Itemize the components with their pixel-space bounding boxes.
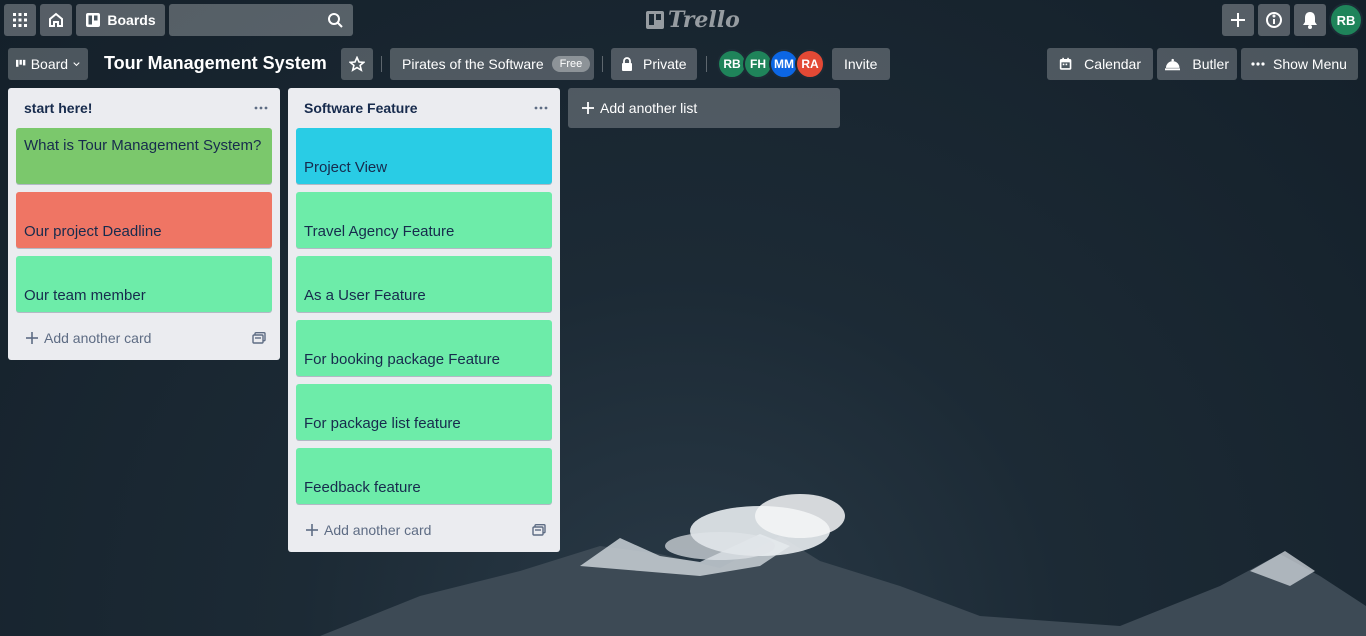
invite-label: Invite — [844, 56, 878, 72]
template-icon — [252, 332, 266, 344]
add-list-label: Add another list — [600, 100, 698, 116]
card-title: Our team member — [24, 287, 146, 304]
card-title: For booking package Feature — [304, 351, 500, 368]
butler-icon — [1165, 58, 1181, 71]
add-card-button[interactable]: Add another card — [26, 330, 151, 346]
boards-label: Boards — [107, 12, 156, 28]
visibility-label: Private — [643, 56, 687, 72]
more-icon — [534, 106, 548, 110]
list-software-feature: Software Feature Project View Travel Age… — [288, 88, 560, 552]
add-card-label: Add another card — [324, 522, 432, 538]
show-menu-label: Show Menu — [1273, 56, 1347, 72]
boards-icon — [86, 13, 101, 27]
card[interactable]: For package list feature — [296, 384, 552, 440]
user-initials: RB — [1336, 12, 1356, 28]
board-title[interactable]: Tour Management System — [104, 53, 327, 74]
more-icon — [254, 106, 268, 110]
butler-label: Butler — [1192, 56, 1229, 72]
member-initials: RB — [723, 57, 741, 71]
list-title[interactable]: start here! — [24, 100, 92, 116]
card-template-button[interactable] — [252, 332, 266, 344]
notifications-button[interactable] — [1294, 4, 1326, 36]
search-icon — [328, 13, 343, 28]
more-icon — [1251, 62, 1265, 66]
card[interactable]: Our project Deadline — [16, 192, 272, 248]
star-button[interactable] — [341, 48, 373, 80]
card-title: Feedback feature — [304, 479, 421, 496]
list-menu-button[interactable] — [534, 106, 548, 110]
card-template-button[interactable] — [532, 524, 546, 536]
user-avatar[interactable]: RB — [1329, 3, 1363, 37]
search-input[interactable] — [169, 4, 353, 36]
member-initials: RA — [801, 57, 819, 71]
chevron-down-icon — [73, 62, 80, 67]
list-footer: Add another card — [8, 320, 280, 360]
list-footer: Add another card — [288, 512, 560, 552]
invite-button[interactable]: Invite — [832, 48, 890, 80]
trello-logo-icon — [646, 11, 664, 29]
add-card-button[interactable]: Add another card — [306, 522, 431, 538]
grid-icon — [13, 13, 27, 27]
apps-button[interactable] — [4, 4, 36, 36]
card[interactable]: Our team member — [16, 256, 272, 312]
top-header: Boards Trello RB — [0, 0, 1366, 40]
bell-icon — [1303, 12, 1317, 29]
add-list-button[interactable]: Add another list — [568, 88, 840, 128]
card-title: Project View — [304, 159, 388, 176]
calendar-button[interactable]: Calendar — [1047, 48, 1153, 80]
home-button[interactable] — [40, 4, 72, 36]
card[interactable]: Project View — [296, 128, 552, 184]
create-button[interactable] — [1222, 4, 1254, 36]
plus-icon — [1231, 13, 1245, 27]
list-title[interactable]: Software Feature — [304, 100, 418, 116]
visibility-button[interactable]: Private — [611, 48, 697, 80]
card[interactable]: As a User Feature — [296, 256, 552, 312]
plus-icon — [306, 524, 318, 536]
background-mountain-image — [0, 494, 1366, 636]
header-divider — [381, 56, 382, 72]
card-title: For package list feature — [304, 415, 461, 432]
plus-icon — [26, 332, 38, 344]
template-icon — [532, 524, 546, 536]
card[interactable]: What is Tour Management System? — [16, 128, 272, 184]
boards-button[interactable]: Boards — [76, 4, 165, 36]
butler-button[interactable]: Butler — [1157, 48, 1237, 80]
trello-logo[interactable]: Trello — [646, 7, 740, 33]
info-icon — [1266, 12, 1282, 28]
home-icon — [49, 12, 63, 27]
card[interactable]: Travel Agency Feature — [296, 192, 552, 248]
list-start-here: start here! What is Tour Management Syst… — [8, 88, 280, 360]
header-divider — [602, 56, 603, 72]
card-title: What is Tour Management System? — [24, 137, 262, 154]
lock-icon — [622, 57, 632, 71]
list-header: Software Feature — [288, 88, 560, 128]
logo-text: Trello — [668, 7, 740, 33]
star-icon — [349, 56, 365, 72]
card[interactable]: Feedback feature — [296, 448, 552, 504]
member-avatar[interactable]: RA — [795, 49, 825, 79]
list-menu-button[interactable] — [254, 106, 268, 110]
member-initials: FH — [750, 57, 766, 71]
add-card-label: Add another card — [44, 330, 152, 346]
info-button[interactable] — [1258, 4, 1290, 36]
board-view-switcher[interactable]: Board — [8, 48, 88, 80]
header-divider — [706, 56, 707, 72]
board-view-label: Board — [30, 56, 69, 72]
workspace-plan-badge: Free — [551, 56, 591, 72]
workspace-name: Pirates of the Software — [402, 56, 544, 72]
card-title: As a User Feature — [304, 287, 426, 304]
list-header: start here! — [8, 88, 280, 128]
board-view-icon — [16, 59, 26, 67]
member-initials: MM — [774, 57, 794, 71]
card[interactable]: For booking package Feature — [296, 320, 552, 376]
calendar-label: Calendar — [1084, 56, 1141, 72]
plus-icon — [582, 102, 594, 114]
card-title: Travel Agency Feature — [304, 223, 455, 240]
card-title: Our project Deadline — [24, 223, 162, 240]
workspace-button[interactable]: Pirates of the Software Free — [390, 48, 594, 80]
calendar-icon — [1059, 57, 1072, 70]
show-menu-button[interactable]: Show Menu — [1241, 48, 1358, 80]
